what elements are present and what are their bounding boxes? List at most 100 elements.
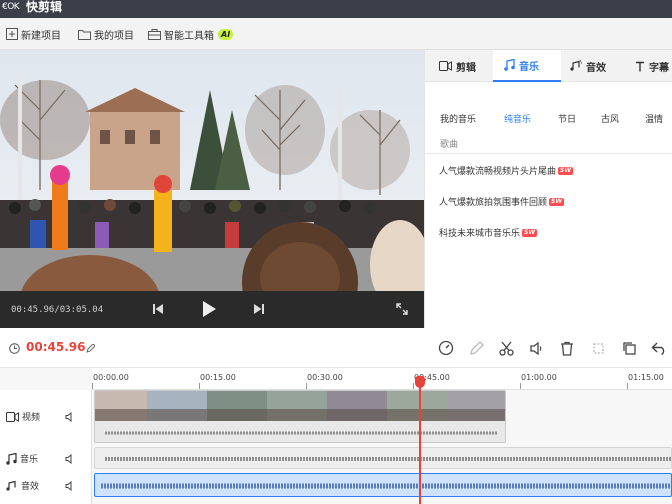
toolbox-icon [148, 29, 161, 40]
sound-effect-icon [6, 480, 16, 491]
music-track-title: 人气爆款旅拍氛围事件回顾 [439, 198, 548, 208]
ruler-label: 01:15.00 [628, 373, 664, 382]
new-project-button[interactable]: 新建项目 [6, 18, 61, 50]
music-track-title: 科技未来城市音乐乐 [439, 229, 521, 239]
copy-icon [622, 341, 636, 355]
track-header-video: 视频 [6, 410, 40, 423]
tab-music[interactable]: 音乐 [493, 50, 561, 82]
video-preview: 00:45.96/03:05.04 [0, 50, 424, 328]
play-icon [203, 301, 216, 317]
video-clip[interactable] [94, 390, 506, 443]
video-frame[interactable] [0, 50, 424, 291]
skip-back-icon [153, 304, 163, 314]
text-icon [636, 61, 644, 71]
play-button[interactable] [199, 299, 219, 319]
timeline-ruler[interactable]: 00:00.00 00:15.00 00:30.00 00:45.00 01:0… [92, 368, 672, 390]
folder-icon [78, 29, 91, 40]
track-header-label: 视频 [22, 413, 41, 423]
delete-icon [561, 341, 573, 356]
copy-button[interactable] [620, 339, 638, 357]
ruler-label: 01:00.00 [521, 373, 557, 382]
next-frame-button[interactable] [249, 299, 269, 319]
tab-music-label: 音乐 [519, 61, 539, 73]
track-header-label: 音乐 [20, 455, 39, 465]
undo-icon [651, 342, 665, 355]
category-festival[interactable]: 节日 [558, 112, 576, 125]
ruler-label: 00:15.00 [200, 373, 236, 382]
speaker-icon[interactable] [65, 481, 75, 491]
tab-subtitles-label: 字幕 [649, 62, 669, 74]
delete-button[interactable] [558, 339, 576, 357]
music-track-item[interactable]: 科技未来城市音乐乐 SW [439, 226, 537, 239]
tab-edit-label: 剪辑 [456, 62, 476, 74]
my-projects-label: 我的项目 [94, 30, 134, 42]
pen-button[interactable] [467, 339, 485, 357]
speed-button[interactable] [437, 339, 455, 357]
songs-header-label: 歌曲 [440, 140, 459, 150]
title-bar: €OK 快剪辑 [0, 0, 672, 18]
sound-effect-clip[interactable] [94, 473, 672, 497]
edit-toolbar: 00:45.96 [0, 328, 672, 368]
tab-subtitles[interactable]: 字幕 [635, 50, 669, 82]
speaker-icon[interactable] [65, 454, 75, 464]
category-warm[interactable]: 温情 [645, 112, 663, 125]
music-track-item[interactable]: 人气爆款流畅视频片头片尾曲 SW [439, 164, 573, 177]
player-timecode: 00:45.96/03:05.04 [11, 305, 104, 315]
music-track-title: 人气爆款流畅视频片头片尾曲 [439, 167, 557, 177]
app-title: 快剪辑 [26, 0, 63, 14]
player-controls: 00:45.96/03:05.04 [0, 291, 424, 328]
music-clip[interactable] [94, 447, 672, 469]
smart-toolbox-label: 智能工具箱 [164, 30, 214, 42]
smart-toolbox-button[interactable]: 智能工具箱 AI [148, 18, 234, 50]
tab-edit[interactable]: 剪辑 [439, 50, 476, 82]
video-icon [439, 61, 452, 71]
fullscreen-button[interactable] [392, 299, 412, 319]
my-projects-button[interactable]: 我的项目 [78, 18, 134, 50]
undo-button[interactable] [650, 339, 668, 357]
music-note-icon [504, 59, 515, 71]
ai-badge: AI [218, 28, 234, 40]
track-header-label: 音效 [21, 482, 40, 492]
asset-panel: 剪辑 音乐 音效 字幕 我的音乐 纯音乐 节日 古风 温情 歌曲 人气爆款流畅视… [424, 50, 672, 328]
track-badge: SW [558, 166, 573, 175]
expand-icon [396, 303, 408, 315]
asset-tabs: 剪辑 音乐 音效 字幕 [425, 50, 672, 82]
edit-time-icon[interactable] [86, 344, 95, 353]
music-waveform [105, 457, 671, 461]
ruler-label: 00:30.00 [307, 373, 343, 382]
music-categories: 我的音乐 纯音乐 节日 古风 温情 [425, 112, 672, 128]
playhead[interactable] [419, 376, 421, 504]
tab-sound-effects[interactable]: 音效 [570, 50, 606, 82]
music-track-item[interactable]: 人气爆款旅拍氛围事件回顾 SW [439, 195, 564, 208]
track-badge: SW [549, 197, 564, 206]
music-note-icon [6, 452, 17, 465]
category-ancient-style[interactable]: 古风 [601, 112, 619, 125]
track-badge: SW [522, 228, 537, 237]
category-pure-music[interactable]: 纯音乐 [504, 112, 531, 125]
pen-icon [469, 340, 484, 355]
previous-frame-button[interactable] [148, 299, 168, 319]
ruler-label: 00:00.00 [93, 373, 129, 382]
speed-icon [438, 340, 454, 356]
tab-sound-effects-label: 音效 [586, 62, 606, 74]
plus-square-icon [6, 28, 18, 40]
magic-button[interactable] [589, 339, 607, 357]
split-button[interactable] [497, 339, 515, 357]
sound-effect-icon [570, 60, 582, 71]
category-my-music[interactable]: 我的音乐 [440, 112, 476, 125]
video-frame-image [0, 50, 424, 291]
film-icon [6, 411, 19, 422]
current-time: 00:45.96 [26, 340, 86, 354]
clock-icon [9, 343, 20, 354]
main-toolbar: 新建项目 我的项目 智能工具箱 AI [0, 18, 672, 50]
speaker-icon[interactable] [65, 412, 75, 422]
new-project-label: 新建项目 [21, 30, 61, 42]
track-header-sound-effects: 音效 [6, 479, 39, 492]
timeline: 00:00.00 00:15.00 00:30.00 00:45.00 01:0… [0, 368, 672, 504]
volume-button[interactable] [527, 339, 545, 357]
magic-icon [592, 342, 604, 354]
sound-effect-waveform [101, 483, 671, 489]
skip-forward-icon [254, 304, 264, 314]
scissors-icon [498, 341, 514, 356]
video-clip-thumbnails [95, 391, 505, 435]
